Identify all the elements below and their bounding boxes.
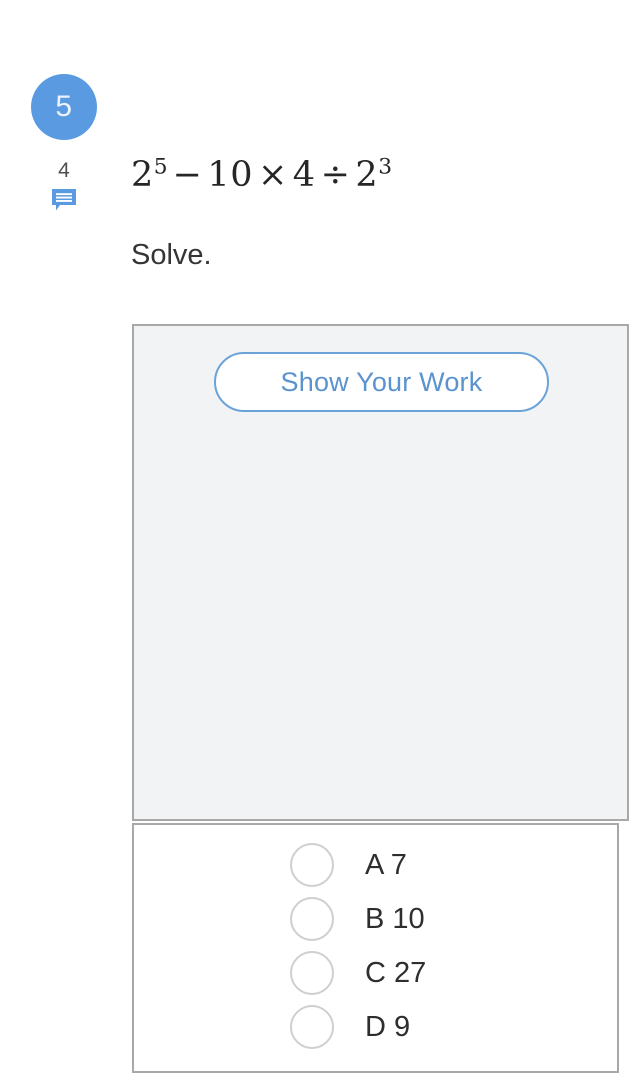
question-prompt: Solve. xyxy=(131,239,212,271)
answer-choice-d[interactable]: D 9 xyxy=(134,1000,617,1054)
expression-exponent-2: 3 xyxy=(378,154,392,180)
expression-operator-divide: ÷ xyxy=(320,155,351,195)
answer-label-d: D 9 xyxy=(365,1010,411,1043)
answer-label-c: C 27 xyxy=(365,956,427,989)
answer-choice-b[interactable]: B 10 xyxy=(134,892,617,946)
comment-count: 4 xyxy=(58,159,70,182)
question-number-badge: 5 xyxy=(31,74,97,140)
expression-operator-times: × xyxy=(257,155,288,195)
answer-choice-a[interactable]: A 7 xyxy=(134,838,617,892)
answer-choices-panel: A 7 B 10 C 27 D 9 xyxy=(132,823,619,1073)
expression-exponent-1: 5 xyxy=(153,154,168,180)
comment-bubble-icon[interactable] xyxy=(51,188,77,212)
answer-label-a: A 7 xyxy=(365,848,407,881)
answer-label-b: B 10 xyxy=(365,902,425,935)
show-your-work-canvas[interactable]: Show Your Work xyxy=(132,324,629,821)
radio-button-c[interactable] xyxy=(290,951,334,995)
show-your-work-button[interactable]: Show Your Work xyxy=(214,352,549,412)
answer-choice-c[interactable]: C 27 xyxy=(134,946,617,1000)
expression-number-3: 4 xyxy=(292,155,316,195)
expression-base-1: 2 xyxy=(131,155,154,195)
expression-base-2: 2 xyxy=(355,155,379,195)
expression-operator-minus: − xyxy=(172,155,203,195)
radio-button-a[interactable] xyxy=(290,843,334,887)
comment-indicator[interactable]: 4 xyxy=(40,160,88,212)
expression-number-2: 10 xyxy=(207,155,253,195)
math-expression: 25−10 × 4 ÷ 23 xyxy=(131,154,392,196)
radio-button-b[interactable] xyxy=(290,897,334,941)
answer-choice-list: A 7 B 10 C 27 D 9 xyxy=(134,838,617,1054)
radio-button-d[interactable] xyxy=(290,1005,334,1049)
